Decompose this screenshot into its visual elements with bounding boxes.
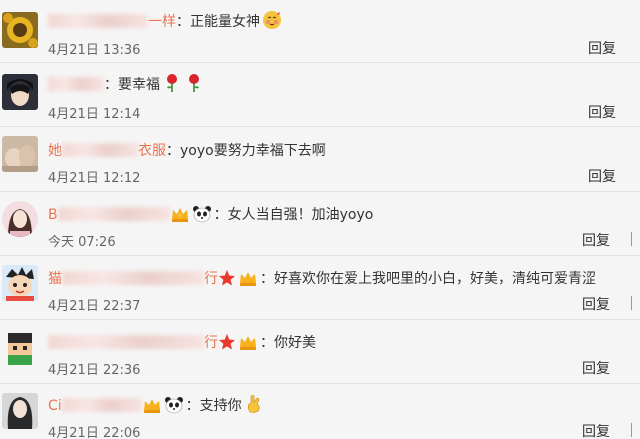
rose-emoji-icon xyxy=(184,73,204,93)
comment-row: 一样：正能量女神 4月21日 13:36 回复 xyxy=(0,0,640,62)
like-icon[interactable] xyxy=(631,296,640,310)
like-icon[interactable] xyxy=(631,423,640,437)
comment-content: 支持你 xyxy=(199,398,242,414)
pixel-avatar[interactable] xyxy=(2,329,38,365)
star-badge-icon xyxy=(218,269,236,291)
comment-time: 今天 07:26 xyxy=(48,235,116,250)
comment-text-line: B ：女人当自强！加油yoyo xyxy=(48,204,373,227)
comment-text-line: 一样：正能量女神 xyxy=(48,10,282,31)
reply-button[interactable]: 回复 xyxy=(582,421,610,439)
panda-icon xyxy=(164,396,184,418)
blurred-username xyxy=(48,77,104,91)
comment-row: Ci ：支持你 4月21日 22:06 回复 xyxy=(0,384,640,439)
reply-button[interactable]: 回复 xyxy=(582,358,610,378)
comment-time: 4月21日 22:36 xyxy=(48,363,141,378)
star-badge-icon xyxy=(218,333,236,355)
sunflower-avatar[interactable] xyxy=(2,12,38,48)
comment-content: 正能量女神 xyxy=(190,14,260,30)
blurred-username xyxy=(48,14,148,28)
reply-button[interactable]: 回复 xyxy=(588,102,616,122)
panda-icon xyxy=(192,205,212,227)
username[interactable]: 她 xyxy=(48,143,62,159)
comment-row: ：要幸福 4月21日 12:14 回复 xyxy=(0,63,640,125)
comment-text-line: ：要幸福 xyxy=(48,73,204,94)
comment-time: 4月21日 12:14 xyxy=(48,107,141,122)
cartoon-avatar[interactable] xyxy=(2,265,38,301)
username[interactable]: Ci xyxy=(48,398,62,414)
reply-button[interactable]: 回复 xyxy=(588,38,616,58)
vip-crown-icon xyxy=(238,269,258,291)
comment-row: 猫行：好喜欢你在爱上我吧里的小白，好美，清纯可爱青涩 4月21日 22:37 回… xyxy=(0,256,640,318)
reply-button[interactable]: 回复 xyxy=(582,230,610,250)
reply-button[interactable]: 回复 xyxy=(588,166,616,186)
blurred-username xyxy=(61,398,142,412)
vip-crown-icon xyxy=(238,333,258,355)
hand-emoji-icon xyxy=(244,394,264,414)
blurred-username xyxy=(57,207,170,221)
comment-content: 好喜欢你在爱上我吧里的小白，好美，清纯可爱青涩 xyxy=(274,271,596,287)
username[interactable]: B xyxy=(48,207,58,223)
reply-button[interactable]: 回复 xyxy=(582,294,610,314)
comment-time: 4月21日 22:37 xyxy=(48,299,141,314)
like-icon[interactable] xyxy=(631,232,640,246)
anime-boy-avatar[interactable] xyxy=(2,74,38,110)
comment-content: 女人当自强！加油yoyo xyxy=(227,207,374,223)
comment-content: 要幸福 xyxy=(118,77,160,93)
comment-time: 4月21日 22:06 xyxy=(48,426,141,439)
comment-row: B ：女人当自强！加油yoyo 今天 07:26 回复 xyxy=(0,192,640,254)
comment-text-line: Ci ：支持你 xyxy=(48,394,264,418)
rose-emoji-icon xyxy=(162,73,182,93)
girl-avatar[interactable] xyxy=(2,201,38,237)
comment-time: 4月21日 13:36 xyxy=(48,43,141,58)
comment-time: 4月21日 12:12 xyxy=(48,171,141,186)
username[interactable]: 一样 xyxy=(148,14,176,30)
comment-text-line: 她衣服：yoyo要努力幸福下去啊 xyxy=(48,143,326,159)
comment-row: 她衣服：yoyo要努力幸福下去啊 4月21日 12:12 回复 xyxy=(0,127,640,189)
photo-avatar[interactable] xyxy=(2,136,38,172)
blurred-username xyxy=(62,271,204,285)
comment-content: yoyo要努力幸福下去啊 xyxy=(180,143,326,159)
username[interactable]: 猫 xyxy=(48,271,62,287)
long-hair-girl-avatar[interactable] xyxy=(2,393,38,429)
blurred-username xyxy=(48,335,204,349)
comment-text-line: 行：你好美 xyxy=(48,332,316,355)
blush-emoji-icon xyxy=(262,10,282,30)
vip-crown-icon xyxy=(142,396,162,418)
blurred-username xyxy=(62,143,138,157)
comment-content: 你好美 xyxy=(274,335,316,351)
vip-crown-icon xyxy=(170,205,190,227)
comment-text-line: 猫行：好喜欢你在爱上我吧里的小白，好美，清纯可爱青涩 xyxy=(48,268,596,291)
username[interactable]: 行 xyxy=(204,335,218,351)
comment-list: 一样：正能量女神 4月21日 13:36 回复 ：要幸福 4月21日 12:14… xyxy=(0,0,640,439)
comment-row: 行：你好美 4月21日 22:36 回复 xyxy=(0,320,640,382)
